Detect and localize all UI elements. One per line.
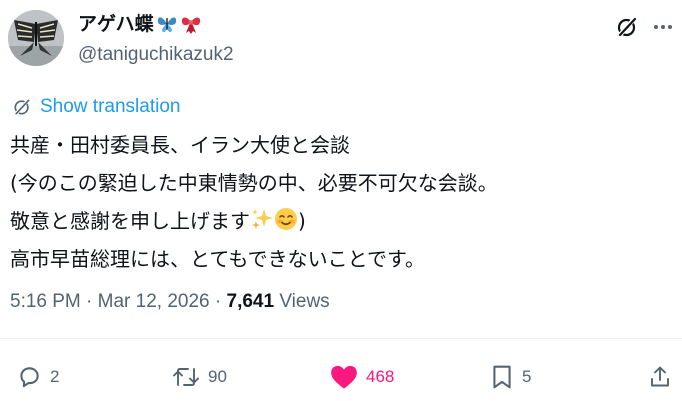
bookmark-count: 5 bbox=[522, 367, 532, 386]
display-name-row[interactable]: アゲハ蝶 bbox=[78, 12, 234, 36]
reply-icon bbox=[20, 367, 39, 388]
heart-icon bbox=[331, 365, 357, 389]
more-button[interactable] bbox=[648, 12, 678, 42]
like-button[interactable]: 468 bbox=[330, 364, 394, 390]
bookmark-icon bbox=[493, 365, 511, 389]
more-icon bbox=[654, 25, 672, 29]
tweet-line-2: (今のこの緊迫した中東情勢の中、必要不可欠な会談。 bbox=[10, 171, 498, 195]
sparkles-icon bbox=[252, 209, 273, 229]
show-translation-label[interactable]: Show translation bbox=[40, 96, 180, 118]
bookmark-button[interactable]: 5 bbox=[490, 364, 531, 390]
smiling-face-icon bbox=[275, 208, 297, 230]
tweet-line-1: 共産・田村委員長、イラン大使と会談 bbox=[10, 133, 350, 157]
meta-separator-1: · bbox=[86, 291, 93, 312]
share-button[interactable] bbox=[648, 364, 672, 390]
author-block: アゲハ蝶 @taniguchikazuk2 bbox=[78, 12, 234, 66]
grok-icon bbox=[617, 16, 637, 38]
handle[interactable]: @taniguchikazuk2 bbox=[78, 44, 234, 66]
tweet-card: アゲハ蝶 @taniguchikazuk2 Show translation 共… bbox=[0, 0, 682, 401]
views-count: 7,641 bbox=[226, 291, 275, 312]
tweet-line-4: 高市早苗総理には、とてもできないことです。 bbox=[10, 247, 425, 271]
display-name[interactable]: アゲハ蝶 bbox=[78, 12, 154, 36]
tweet-line-3: 敬意と感謝を申し上げます bbox=[10, 209, 250, 233]
grok-button[interactable] bbox=[612, 12, 642, 42]
meta-separator-2: · bbox=[214, 291, 222, 312]
avatar-image bbox=[8, 10, 64, 66]
tweet-text: 共産・田村委員長、イラン大使と会談 (今のこの緊迫した中東情勢の中、必要不可欠な… bbox=[10, 126, 670, 278]
tweet-meta: 5:16 PM · Mar 12, 2026 · 7,641 Views bbox=[10, 291, 330, 313]
tweet-line-3-row: 敬意と感謝を申し上げます) bbox=[10, 202, 670, 240]
ribbon-icon bbox=[181, 17, 200, 34]
tweet-date[interactable]: Mar 12, 2026 bbox=[98, 291, 210, 312]
reply-count: 2 bbox=[50, 367, 60, 386]
avatar[interactable] bbox=[8, 10, 64, 66]
retweet-count: 90 bbox=[208, 367, 227, 386]
share-icon bbox=[651, 366, 669, 387]
translate-icon bbox=[14, 98, 30, 116]
views-label: Views bbox=[279, 291, 330, 312]
tweet-line-3-suffix: ) bbox=[298, 209, 306, 233]
butterfly-icon bbox=[157, 17, 176, 32]
like-count: 468 bbox=[366, 367, 395, 386]
retweet-icon bbox=[173, 368, 199, 386]
retweet-button[interactable]: 90 bbox=[172, 364, 227, 390]
tweet-time[interactable]: 5:16 PM bbox=[10, 291, 81, 312]
divider bbox=[0, 338, 682, 339]
reply-button[interactable]: 2 bbox=[16, 364, 59, 390]
show-translation-link[interactable]: Show translation bbox=[12, 96, 180, 118]
